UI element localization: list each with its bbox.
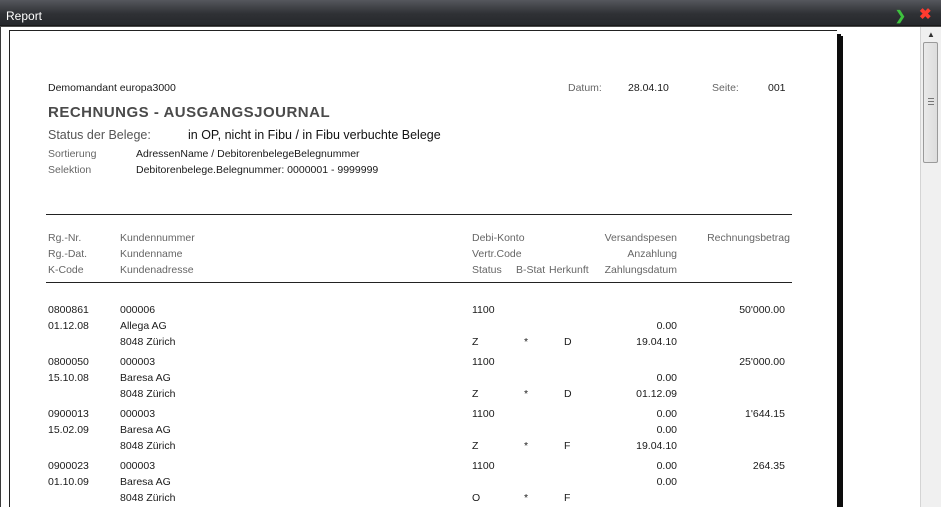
header-divider-top: [46, 214, 792, 215]
anzahlung: 0.00: [656, 320, 677, 332]
sort-label: Sortierung: [48, 148, 97, 160]
zahlungsdatum: 19.04.10: [636, 440, 677, 452]
page-shadow: [837, 36, 843, 507]
status-value: in OP, nicht in Fibu / in Fibu verbuchte…: [188, 128, 441, 142]
herkunft: D: [564, 388, 572, 400]
b-stat: *: [524, 492, 529, 504]
b-stat: *: [524, 440, 529, 452]
col-b-stat: B-Stat: [516, 264, 546, 276]
col-herkunft: Herkunft: [549, 264, 589, 276]
col-zahlungsdatum: Zahlungsdatum: [604, 264, 677, 276]
grip-icon: [928, 98, 934, 105]
selection-value: Debitorenbelege.Belegnummer: 0000001 - 9…: [136, 164, 379, 176]
kundenname: Baresa AG: [120, 424, 171, 436]
vertical-scrollbar[interactable]: ▲: [920, 27, 941, 507]
debi-konto: 1100: [472, 356, 495, 368]
rg-dat: 01.10.09: [48, 476, 89, 488]
play-forward-icon[interactable]: ❯: [895, 9, 907, 23]
col-debi-konto: Debi-Konto: [472, 232, 525, 244]
date-value: 28.04.10: [628, 82, 669, 94]
kundenname: Baresa AG: [120, 372, 171, 384]
col-anzahlung: Anzahlung: [627, 248, 677, 260]
rg-nr: 0900023: [48, 460, 89, 472]
sort-value: AdressenName / DebitorenbelegeBelegnumme…: [136, 148, 360, 160]
report-page: Demomandant europa3000 Datum: 28.04.10 S…: [9, 30, 837, 507]
header-divider-bottom: [46, 282, 792, 283]
close-icon[interactable]: ✖: [919, 7, 933, 22]
zahlungsdatum: 19.04.10: [636, 336, 677, 348]
kundenadresse: 8048 Zürich: [120, 388, 176, 400]
rg-dat: 01.12.08: [48, 320, 89, 332]
page-label: Seite:: [712, 82, 739, 94]
b-stat: *: [524, 388, 529, 400]
debi-konto: 1100: [472, 408, 495, 420]
page-number: 001: [768, 82, 786, 94]
col-rg-nr: Rg.-Nr.: [48, 232, 82, 244]
kundennummer: 000006: [120, 304, 156, 316]
rg-nr: 0900013: [48, 408, 89, 420]
rechnungsbetrag: 25'000.00: [739, 356, 785, 368]
date-label: Datum:: [568, 82, 602, 94]
scroll-up-arrow-icon[interactable]: ▲: [926, 30, 936, 40]
herkunft: F: [564, 492, 571, 504]
window-title: Report: [6, 9, 43, 23]
report-viewport: Demomandant europa3000 Datum: 28.04.10 S…: [0, 27, 920, 507]
rg-nr: 0800861: [48, 304, 89, 316]
kundennummer: 000003: [120, 408, 156, 420]
rechnungsbetrag: 264.35: [752, 460, 785, 472]
col-k-code: K-Code: [48, 264, 84, 276]
rechnungsbetrag: 1'644.15: [745, 408, 785, 420]
kundenadresse: 8048 Zürich: [120, 492, 176, 504]
rechnungsbetrag: 50'000.00: [739, 304, 785, 316]
col-vertr-code: Vertr.Code: [472, 248, 522, 260]
status: Z: [472, 440, 479, 452]
kundennummer: 000003: [120, 460, 156, 472]
anzahlung: 0.00: [656, 424, 677, 436]
col-kundenadresse: Kundenadresse: [120, 264, 194, 276]
kundennummer: 000003: [120, 356, 156, 368]
b-stat: *: [524, 336, 529, 348]
report-title: RECHNUNGS - AUSGANGSJOURNAL: [48, 104, 331, 121]
kundenname: Allega AG: [120, 320, 167, 332]
versandspesen: 0.00: [656, 460, 677, 472]
col-versandspesen: Versandspesen: [604, 232, 677, 244]
col-kundenname: Kundenname: [120, 248, 183, 260]
status: O: [472, 492, 481, 504]
herkunft: F: [564, 440, 571, 452]
col-rg-dat: Rg.-Dat.: [48, 248, 88, 260]
company-name: Demomandant europa3000: [48, 82, 176, 94]
rg-dat: 15.02.09: [48, 424, 89, 436]
anzahlung: 0.00: [656, 372, 677, 384]
selection-label: Selektion: [48, 164, 92, 176]
anzahlung: 0.00: [656, 476, 677, 488]
scroll-thumb[interactable]: [923, 42, 938, 163]
rg-dat: 15.10.08: [48, 372, 89, 384]
window-titlebar: Report ❯ ✖: [0, 0, 941, 26]
herkunft: D: [564, 336, 572, 348]
debi-konto: 1100: [472, 460, 495, 472]
status-label: Status der Belege:: [48, 128, 151, 142]
versandspesen: 0.00: [656, 408, 677, 420]
col-rechnungsbetrag: Rechnungsbetrag: [707, 232, 790, 244]
zahlungsdatum: 01.12.09: [636, 388, 677, 400]
kundenadresse: 8048 Zürich: [120, 336, 176, 348]
rg-nr: 0800050: [48, 356, 89, 368]
status: Z: [472, 388, 479, 400]
status: Z: [472, 336, 479, 348]
col-kundennummer: Kundennummer: [120, 232, 195, 244]
debi-konto: 1100: [472, 304, 495, 316]
col-status: Status: [472, 264, 502, 276]
kundenname: Baresa AG: [120, 476, 171, 488]
kundenadresse: 8048 Zürich: [120, 440, 176, 452]
